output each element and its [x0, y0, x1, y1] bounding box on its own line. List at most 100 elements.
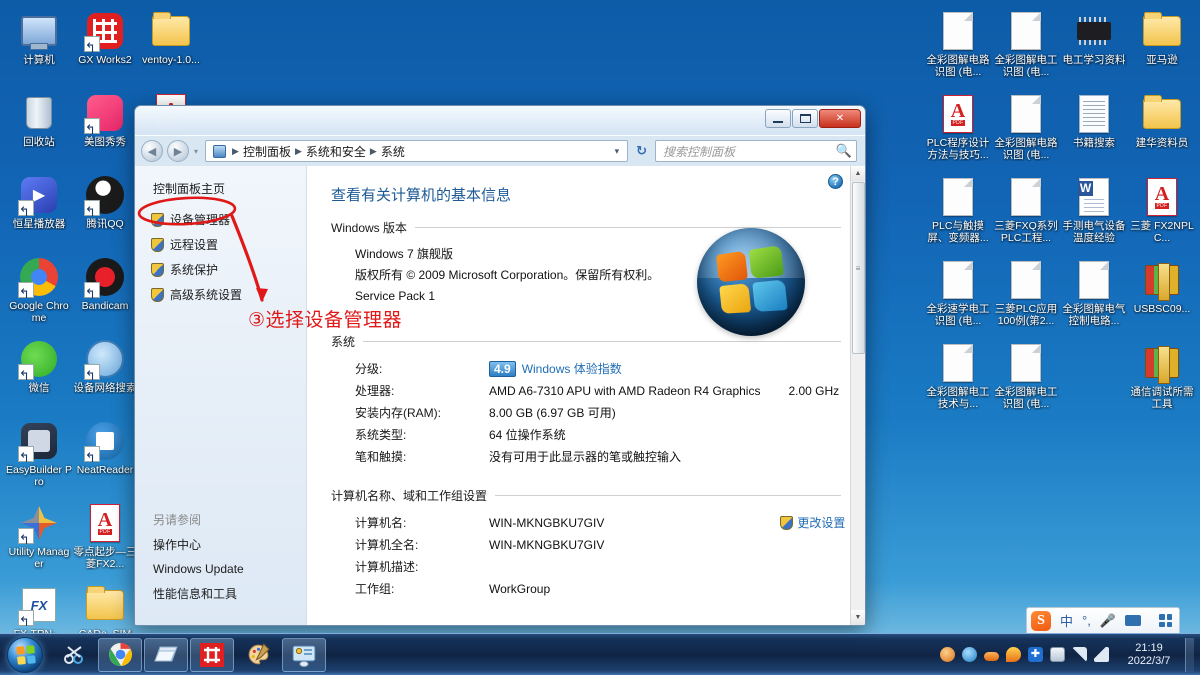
network-tray-icon[interactable]: [1072, 647, 1087, 662]
player-icon: ▶: [18, 174, 60, 216]
desktop-icon[interactable]: 回收站: [6, 88, 72, 170]
recent-pages-caret-icon[interactable]: ▾: [194, 147, 198, 156]
maximize-button[interactable]: [792, 109, 818, 128]
desktop-icon[interactable]: ventoy-1.0...: [138, 6, 204, 88]
scroll-down-arrow-icon[interactable]: ▼: [850, 610, 865, 625]
sogou-ime-icon[interactable]: S: [1030, 610, 1051, 631]
desktop-icon[interactable]: 全彩速学电工识图 (电...: [924, 255, 992, 338]
forward-button[interactable]: ▶: [167, 140, 189, 162]
desktop-icon[interactable]: 全彩图解电气控制电路...: [1060, 255, 1128, 338]
punctuation-icon[interactable]: °,: [1082, 613, 1091, 628]
desktop-icon[interactable]: 亚马逊: [1128, 6, 1196, 89]
desktop-icon[interactable]: USBSC09...: [1128, 255, 1196, 338]
desktop-icon[interactable]: 书籍搜索: [1060, 89, 1128, 172]
desktop-icon[interactable]: 设备网络搜索: [72, 334, 138, 416]
folder-open-icon: [1141, 93, 1183, 135]
desktop-icon[interactable]: 美图秀秀: [72, 88, 138, 170]
flame-tray-icon[interactable]: [1006, 647, 1021, 662]
desktop-icon[interactable]: 手测电气设备温度经验: [1060, 172, 1128, 255]
desktop-icon[interactable]: EasyBuilder Pro: [6, 416, 72, 498]
windows-experience-index-link[interactable]: Windows 体验指数: [522, 360, 622, 377]
help-icon[interactable]: ?: [828, 174, 843, 189]
desktop-icon[interactable]: NeatReader: [72, 416, 138, 498]
breadcrumb-item-1[interactable]: 系统和安全: [303, 143, 369, 160]
breadcrumb-dropdown-icon[interactable]: ▾: [609, 146, 626, 157]
taskbar-paint-icon[interactable]: [236, 638, 280, 672]
desktop-icon[interactable]: 全彩图解电路识图 (电...: [924, 6, 992, 89]
taskbar-clock[interactable]: 21:19 2022/3/7: [1116, 642, 1178, 668]
mail-tray-icon[interactable]: [962, 647, 977, 662]
sidebar-link-performance-info[interactable]: 性能信息和工具: [153, 585, 306, 602]
desktop-icon[interactable]: 微信: [6, 334, 72, 416]
show-desktop-button[interactable]: [1185, 637, 1194, 672]
desktop-icon[interactable]: PLC与触摸屏、变频器...: [924, 172, 992, 255]
change-settings-link[interactable]: 更改设置: [780, 514, 845, 531]
desktop-icon-label: 恒星播放器: [12, 218, 66, 230]
sidebar-item-advanced-settings[interactable]: 高级系统设置: [135, 282, 306, 307]
desktop-icon[interactable]: 全彩图解电路识图 (电...: [992, 89, 1060, 172]
desktop: 计算机 GX Works2 ventoy-1.0... 回收站 美图秀秀 APDF ▶ 恒星播…: [0, 0, 1200, 675]
bluetooth-tray-icon[interactable]: ✚: [1028, 647, 1043, 662]
window-titlebar[interactable]: ✕: [135, 106, 865, 136]
system-properties-window[interactable]: ✕ ◀ ▶ ▾ ▶ 控制面板 ▶ 系统和安全 ▶ 系统 ▾ ↻ 搜索控制面板 🔍: [134, 105, 866, 626]
ime-mode-chinese[interactable]: 中: [1060, 611, 1073, 630]
desktop-icon[interactable]: 电工学习资料: [1060, 6, 1128, 89]
desktop-icon[interactable]: 腾讯QQ: [72, 170, 138, 252]
toolbox-icon[interactable]: [1159, 614, 1172, 627]
breadcrumb-root-icon[interactable]: [210, 144, 231, 158]
start-button[interactable]: [2, 636, 48, 674]
search-input[interactable]: 搜索控制面板 🔍: [655, 140, 857, 162]
breadcrumb-separator-icon: ▶: [232, 145, 239, 156]
sidebar-link-windows-update[interactable]: Windows Update: [153, 562, 306, 576]
sidebar-item-remote-settings[interactable]: 远程设置: [135, 232, 306, 257]
close-button[interactable]: ✕: [819, 109, 861, 128]
sidebar-item-device-manager[interactable]: 设备管理器: [135, 207, 306, 232]
back-button[interactable]: ◀: [141, 140, 163, 162]
desktop-icon[interactable]: 三菱PLC应用100例(第2...: [992, 255, 1060, 338]
row-value-rating[interactable]: 4.9 Windows 体验指数: [489, 358, 865, 379]
coffee-tray-icon[interactable]: [940, 647, 955, 662]
desktop-icon[interactable]: 全彩图解电工识图 (电...: [992, 6, 1060, 89]
volume-tray-icon[interactable]: [1094, 647, 1109, 662]
desktop-icon[interactable]: 全彩图解电工识图 (电...: [992, 338, 1060, 421]
desktop-icon[interactable]: Google Chrome: [6, 252, 72, 334]
keyboard-icon[interactable]: [1125, 615, 1141, 626]
sidebar-link-action-center[interactable]: 操作中心: [153, 536, 306, 553]
microphone-icon[interactable]: 🎤: [1100, 613, 1116, 629]
system-info-table: 分级: 4.9 Windows 体验指数 处理器: AMD A6-7310 AP…: [355, 358, 865, 467]
desktop-icon-label: 三菱PLC应用100例(第2...: [994, 303, 1058, 327]
desktop-icon[interactable]: A PDF PLC程序设计方法与技巧...: [924, 89, 992, 172]
desktop-icon-label: ventoy-1.0...: [142, 54, 200, 66]
vertical-scrollbar[interactable]: ▲ ≡ ▼: [850, 166, 865, 625]
desktop-icon[interactable]: A PDF 三菱 FX2NPLC...: [1128, 172, 1196, 255]
desktop-icon-label: USBSC09...: [1133, 303, 1191, 315]
desktop-icon[interactable]: 建华资料员: [1128, 89, 1196, 172]
sidebar-item-home[interactable]: 控制面板主页: [135, 180, 306, 207]
refresh-button[interactable]: ↻: [632, 143, 651, 159]
desktop-icon[interactable]: Utility Manager: [6, 498, 72, 580]
desktop-icon[interactable]: Bandicam: [72, 252, 138, 334]
desktop-icon[interactable]: 全彩图解电工技术与...: [924, 338, 992, 421]
device-tray-icon[interactable]: [1050, 647, 1065, 662]
desktop-icon[interactable]: 计算机: [6, 6, 72, 88]
taskbar-chrome-icon[interactable]: [98, 637, 142, 672]
breadcrumb-item-0[interactable]: 控制面板: [240, 143, 294, 160]
scrollbar-thumb[interactable]: ≡: [851, 182, 865, 354]
sidebar-item-system-protection[interactable]: 系统保护: [135, 257, 306, 282]
desktop-icon-label: 亚马逊: [1146, 54, 1178, 66]
desktop-icon[interactable]: ▶ 恒星播放器: [6, 170, 72, 252]
ime-language-bar[interactable]: S 中 °, 🎤: [1025, 607, 1180, 633]
breadcrumb-item-2[interactable]: 系统: [378, 143, 408, 160]
desktop-icon[interactable]: A PDF 零点起步—三菱FX2...: [72, 498, 138, 580]
minimize-button[interactable]: [765, 109, 791, 128]
taskbar-gx-works2-icon[interactable]: [190, 637, 234, 672]
taskbar-snipping-tool-icon[interactable]: [52, 638, 96, 672]
taskbar-control-panel-icon[interactable]: [282, 637, 326, 672]
desktop-icon[interactable]: 三菱FXQ系列PLC工程...: [992, 172, 1060, 255]
scroll-up-arrow-icon[interactable]: ▲: [850, 166, 865, 181]
desktop-icon[interactable]: GX Works2: [72, 6, 138, 88]
desktop-icon[interactable]: 通信调试所需工具: [1128, 338, 1196, 421]
orange-tray-icon[interactable]: [984, 651, 999, 661]
taskbar-explorer-icon[interactable]: [144, 637, 188, 672]
breadcrumb[interactable]: ▶ 控制面板 ▶ 系统和安全 ▶ 系统 ▾: [205, 140, 629, 162]
